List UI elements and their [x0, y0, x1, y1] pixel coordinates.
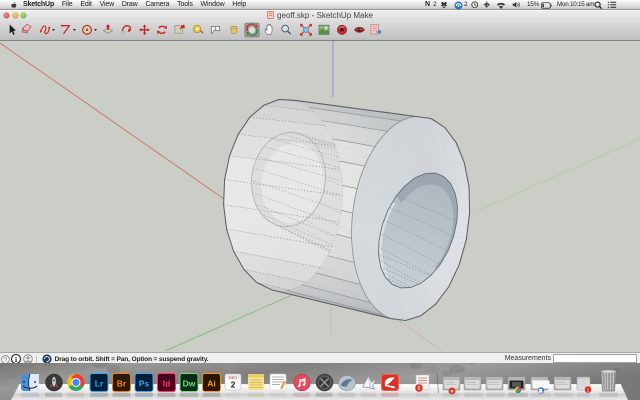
svg-text:2: 2 [231, 380, 236, 390]
svg-text:Ai: Ai [207, 379, 216, 389]
svg-text:Dw: Dw [183, 379, 196, 389]
svg-text:Ps: Ps [139, 379, 150, 389]
svg-text:6: 6 [418, 386, 421, 392]
svg-text:Id: Id [163, 379, 171, 389]
svg-text:Lr: Lr [95, 379, 104, 389]
svg-text:Br: Br [117, 379, 127, 389]
